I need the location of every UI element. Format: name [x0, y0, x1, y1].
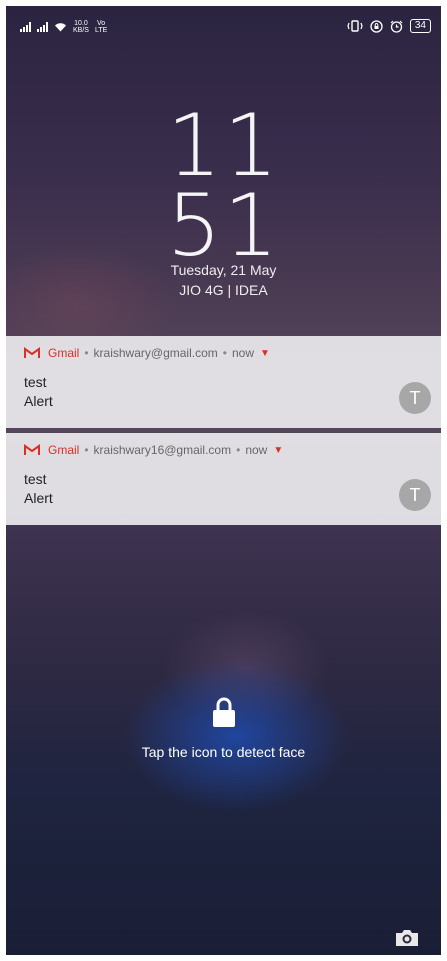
- separator-dot: •: [222, 346, 227, 360]
- signal-bars-icon: [20, 22, 31, 32]
- status-bar-left: 10.0 KB/S Vo LTE: [20, 20, 107, 34]
- face-unlock-hint: Tap the icon to detect face: [141, 744, 306, 760]
- separator-dot: •: [84, 346, 89, 360]
- notification-header: Gmail • kraishwary16@gmail.com • now ▼: [24, 443, 283, 457]
- alarm-icon: [390, 20, 403, 33]
- notification-account: kraishwary16@gmail.com: [93, 443, 232, 457]
- notification-account: kraishwary@gmail.com: [93, 346, 218, 360]
- network-speed: 10.0 KB/S: [73, 20, 89, 34]
- volte-label: Vo: [97, 20, 106, 27]
- status-bar-right: 34: [347, 19, 431, 33]
- rotation-lock-icon: [370, 19, 383, 33]
- avatar: T: [399, 382, 431, 414]
- camera-icon[interactable]: [394, 928, 420, 948]
- status-bar: 10.0 KB/S Vo LTE 34: [6, 6, 441, 46]
- network-speed-value: 10.0: [74, 20, 88, 27]
- notification-title: test: [24, 471, 47, 487]
- notification-card[interactable]: Gmail • kraishwary@gmail.com • now ▼ tes…: [6, 336, 441, 428]
- vibrate-icon: [347, 20, 363, 32]
- notification-time: now: [245, 443, 268, 457]
- battery-indicator: 34: [409, 19, 431, 33]
- separator-dot: •: [236, 443, 241, 457]
- signal-bars-icon-sim2: [37, 22, 48, 32]
- separator-dot: •: [84, 443, 89, 457]
- lock-icon[interactable]: [211, 696, 237, 728]
- notification-header: Gmail • kraishwary@gmail.com • now ▼: [24, 346, 270, 360]
- network-speed-unit: KB/S: [73, 27, 89, 34]
- notification-app-name: Gmail: [48, 346, 80, 360]
- date-label: Tuesday, 21 May: [170, 262, 277, 278]
- gmail-icon: [24, 444, 40, 455]
- volte-badge: Vo LTE: [95, 20, 107, 34]
- wifi-icon: [55, 23, 66, 32]
- notification-body: Alert: [24, 490, 53, 506]
- notification-card[interactable]: Gmail • kraishwary16@gmail.com • now ▼ t…: [6, 433, 441, 525]
- lte-label: LTE: [94, 27, 108, 34]
- chevron-down-icon[interactable]: ▼: [273, 445, 283, 456]
- notification-title: test: [24, 374, 47, 390]
- gmail-icon: [24, 347, 40, 358]
- clock-minutes: 51: [166, 176, 281, 276]
- avatar: T: [399, 479, 431, 511]
- notification-body: Alert: [24, 393, 53, 409]
- chevron-down-icon[interactable]: ▼: [260, 348, 270, 359]
- notification-time: now: [231, 346, 254, 360]
- carrier-label: JIO 4G | IDEA: [179, 282, 268, 298]
- notification-app-name: Gmail: [48, 443, 80, 457]
- lock-screen: 10.0 KB/S Vo LTE 34 11 51 Tuesday, 21 Ma…: [6, 6, 441, 955]
